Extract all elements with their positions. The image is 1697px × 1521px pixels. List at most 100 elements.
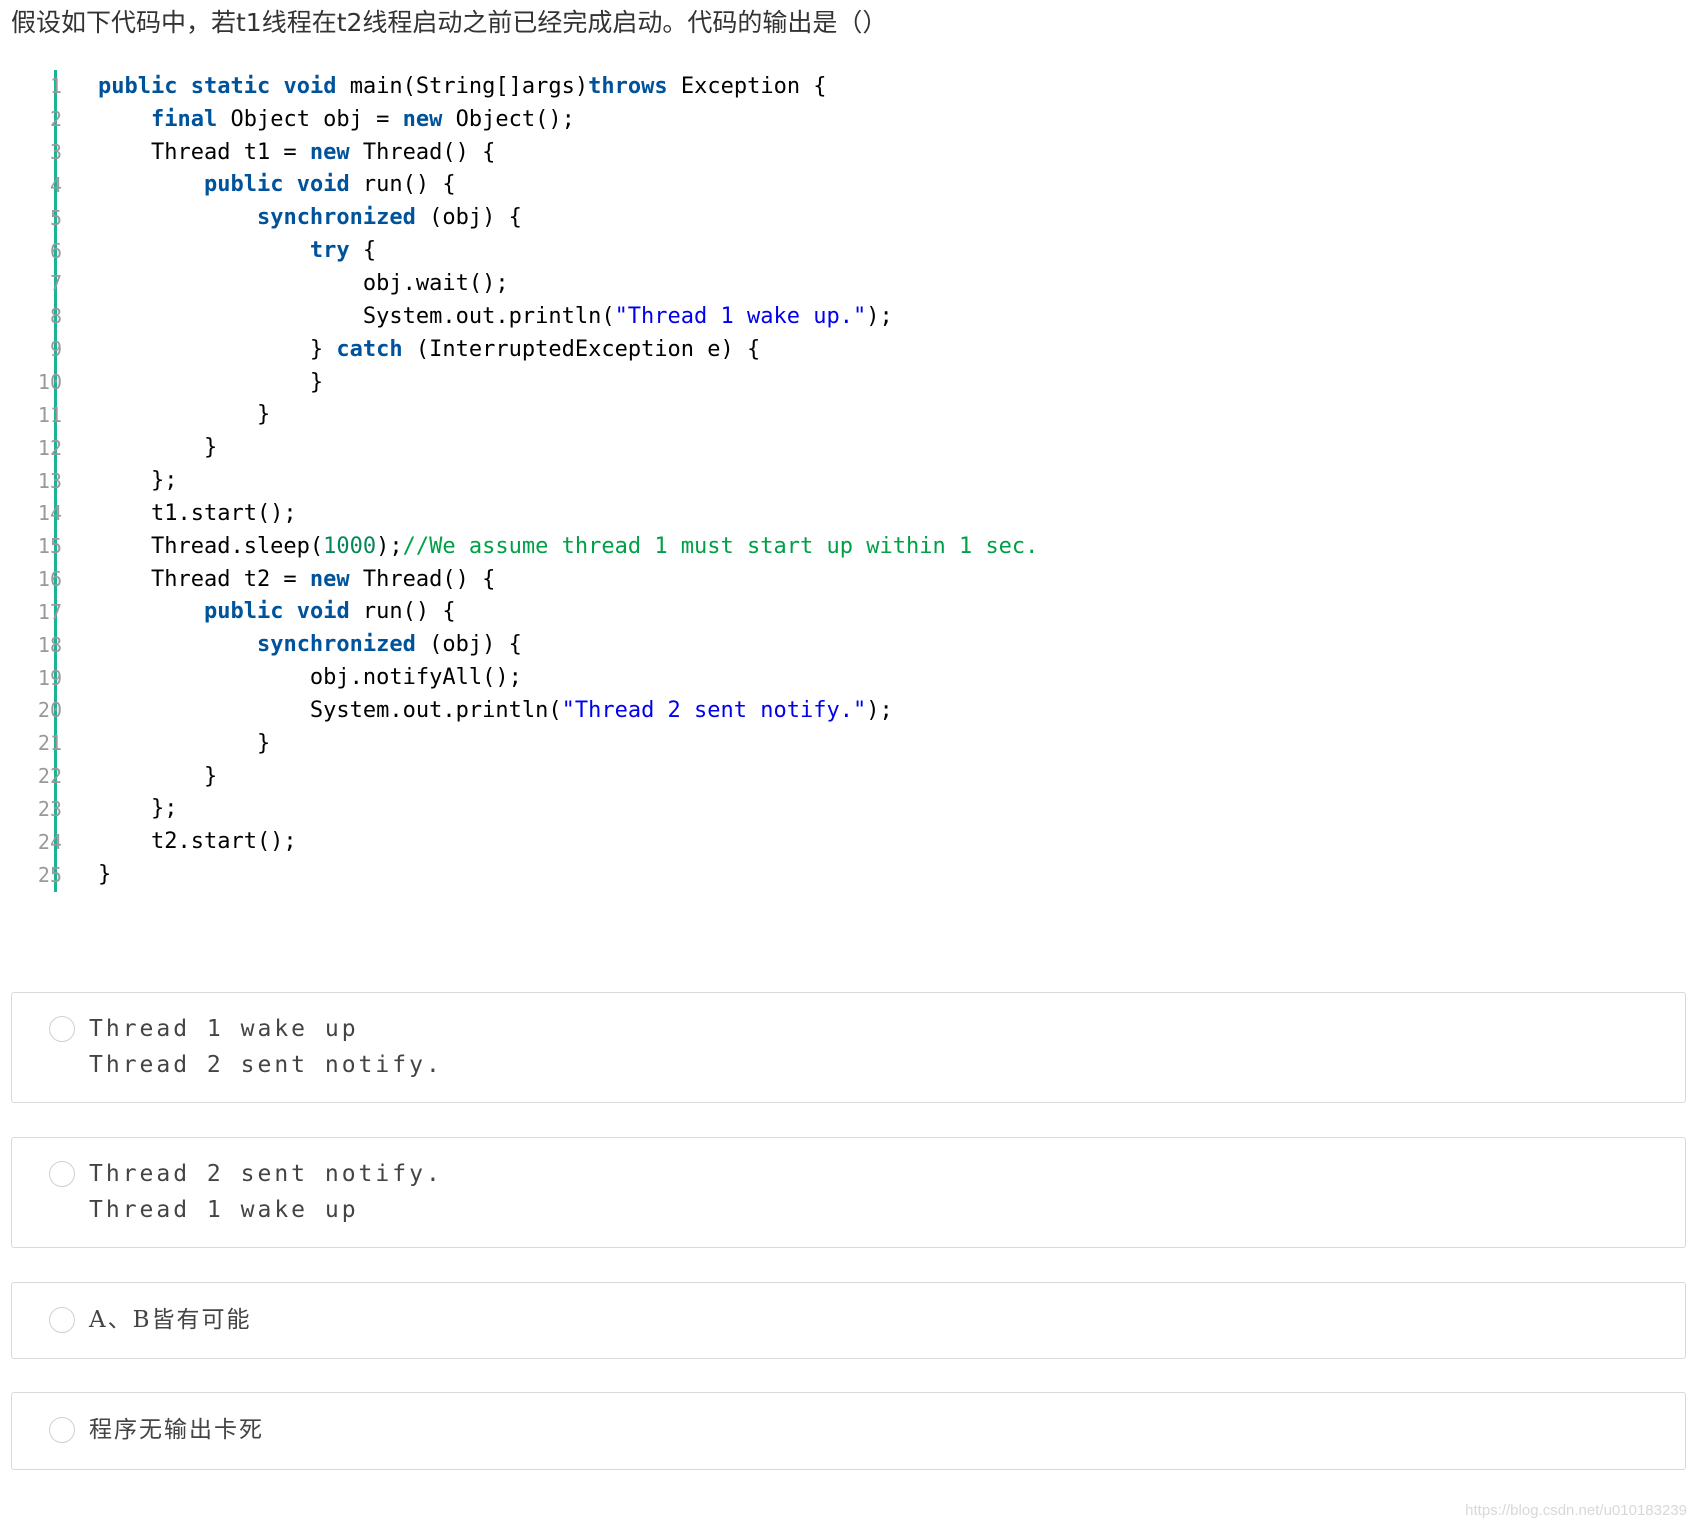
code-plain: { <box>349 238 377 264</box>
code-keyword: void <box>296 599 350 625</box>
code-string: "Thread 1 wake up." <box>614 303 867 329</box>
radio-button[interactable] <box>49 1016 75 1042</box>
code-text: Thread t1 = new Thread() { <box>98 140 495 165</box>
code-plain: } <box>98 402 271 428</box>
code-plain <box>270 74 283 99</box>
code-plain: } <box>98 435 218 461</box>
code-text: final Object obj = new Object(); <box>98 107 575 132</box>
code-plain <box>177 74 190 99</box>
code-text: } <box>98 731 270 756</box>
code-line: 16 Thread t2 = new Thread() { <box>18 563 1118 596</box>
code-text: } <box>98 764 217 789</box>
option-line: Thread 2 sent notify. <box>89 1052 443 1078</box>
code-line: 13 }; <box>18 464 1118 497</box>
line-number: 7 <box>49 271 62 296</box>
code-line: 20 System.out.println("Thread 2 sent not… <box>18 694 1118 727</box>
code-keyword: try <box>309 238 350 264</box>
line-number: 21 <box>37 731 62 756</box>
line-number: 3 <box>49 140 62 165</box>
code-text: obj.wait(); <box>98 271 509 296</box>
code-line: 19 obj.notifyAll(); <box>18 661 1118 694</box>
line-number: 10 <box>37 370 62 395</box>
code-plain: main(String[]args) <box>336 73 589 99</box>
code-line: 11 } <box>18 398 1118 431</box>
code-plain: } <box>98 730 271 756</box>
code-line: 5 synchronized (obj) { <box>18 201 1118 234</box>
code-text: Thread.sleep(1000);//We assume thread 1 … <box>98 534 1038 559</box>
code-text: public static void main(String[]args)thr… <box>98 74 827 99</box>
code-keyword: final <box>150 106 218 132</box>
code-comment: //We assume thread 1 must start up withi… <box>402 533 1039 559</box>
code-plain <box>98 632 257 657</box>
code-text: } <box>98 370 323 395</box>
answer-option[interactable]: A、B皆有可能 <box>11 1282 1686 1359</box>
code-plain: System.out.println( <box>98 697 562 723</box>
code-text: } catch (InterruptedException e) { <box>98 337 760 362</box>
line-number: 24 <box>37 829 62 854</box>
option-text: A、B皆有可能 <box>89 1302 252 1338</box>
option-line: Thread 1 wake up <box>89 1197 359 1223</box>
code-plain: ); <box>866 697 893 723</box>
code-number: 1000 <box>323 533 377 559</box>
code-plain: Thread() { <box>349 139 496 165</box>
line-number: 23 <box>37 796 62 821</box>
code-keyword: new <box>309 139 350 165</box>
code-plain: Object obj = <box>217 106 403 132</box>
code-plain: run() { <box>349 172 456 198</box>
radio-button[interactable] <box>49 1161 75 1187</box>
code-plain: } <box>98 336 337 362</box>
code-plain: }; <box>98 468 178 494</box>
code-line: 10 } <box>18 366 1118 399</box>
code-line: 22 } <box>18 760 1118 793</box>
line-number: 13 <box>37 468 62 493</box>
code-line: 6 try { <box>18 234 1118 267</box>
code-text: } <box>98 862 111 887</box>
code-keyword: new <box>309 566 350 592</box>
code-keyword: public <box>203 599 284 625</box>
code-plain <box>98 205 257 230</box>
answer-option[interactable]: Thread 1 wake up Thread 2 sent notify. <box>11 992 1686 1103</box>
code-plain: ); <box>866 303 893 329</box>
code-plain: Exception { <box>667 73 827 99</box>
option-line: A、B皆有可能 <box>89 1307 252 1333</box>
option-text: Thread 2 sent notify. Thread 1 wake up <box>89 1156 443 1228</box>
radio-button[interactable] <box>49 1417 75 1443</box>
line-number: 14 <box>37 501 62 526</box>
code-keyword: synchronized <box>256 205 416 231</box>
code-line: 21 } <box>18 727 1118 760</box>
code-plain: Thread() { <box>349 566 496 592</box>
code-text: synchronized (obj) { <box>98 205 522 230</box>
code-plain: t1.start(); <box>98 500 297 526</box>
line-number: 9 <box>49 337 62 362</box>
code-keyword: static <box>190 73 271 99</box>
code-plain: Thread.sleep( <box>98 533 324 559</box>
code-plain: (InterruptedException e) { <box>402 336 761 362</box>
code-keyword: new <box>402 106 443 132</box>
line-number: 1 <box>49 74 62 99</box>
code-keyword: void <box>283 73 337 99</box>
radio-button[interactable] <box>49 1307 75 1333</box>
answer-option[interactable]: Thread 2 sent notify. Thread 1 wake up <box>11 1137 1686 1248</box>
line-number: 25 <box>37 862 62 887</box>
code-line: 1 public static void main(String[]args)th… <box>18 70 1118 103</box>
code-plain: Object(); <box>442 106 575 132</box>
line-number: 4 <box>49 172 62 197</box>
code-line: 3 Thread t1 = new Thread() { <box>18 136 1118 169</box>
code-plain: obj.wait(); <box>98 270 509 296</box>
code-line: 18 synchronized (obj) { <box>18 628 1118 661</box>
code-text: public void run() { <box>98 172 456 197</box>
code-plain <box>98 172 204 197</box>
line-number: 22 <box>37 764 62 789</box>
code-keyword: catch <box>336 336 403 362</box>
code-text: Thread t2 = new Thread() { <box>98 567 495 592</box>
option-line: 程序无输出卡死 <box>89 1417 264 1443</box>
code-plain: run() { <box>349 599 456 625</box>
code-plain: Thread t2 = <box>98 566 310 592</box>
code-line: 17 public void run() { <box>18 596 1118 629</box>
code-plain <box>283 172 296 197</box>
line-number: 20 <box>37 698 62 723</box>
code-text: t1.start(); <box>98 501 297 526</box>
answer-option[interactable]: 程序无输出卡死 <box>11 1392 1686 1470</box>
line-number: 17 <box>37 599 62 624</box>
code-text: System.out.println("Thread 2 sent notify… <box>98 698 893 723</box>
